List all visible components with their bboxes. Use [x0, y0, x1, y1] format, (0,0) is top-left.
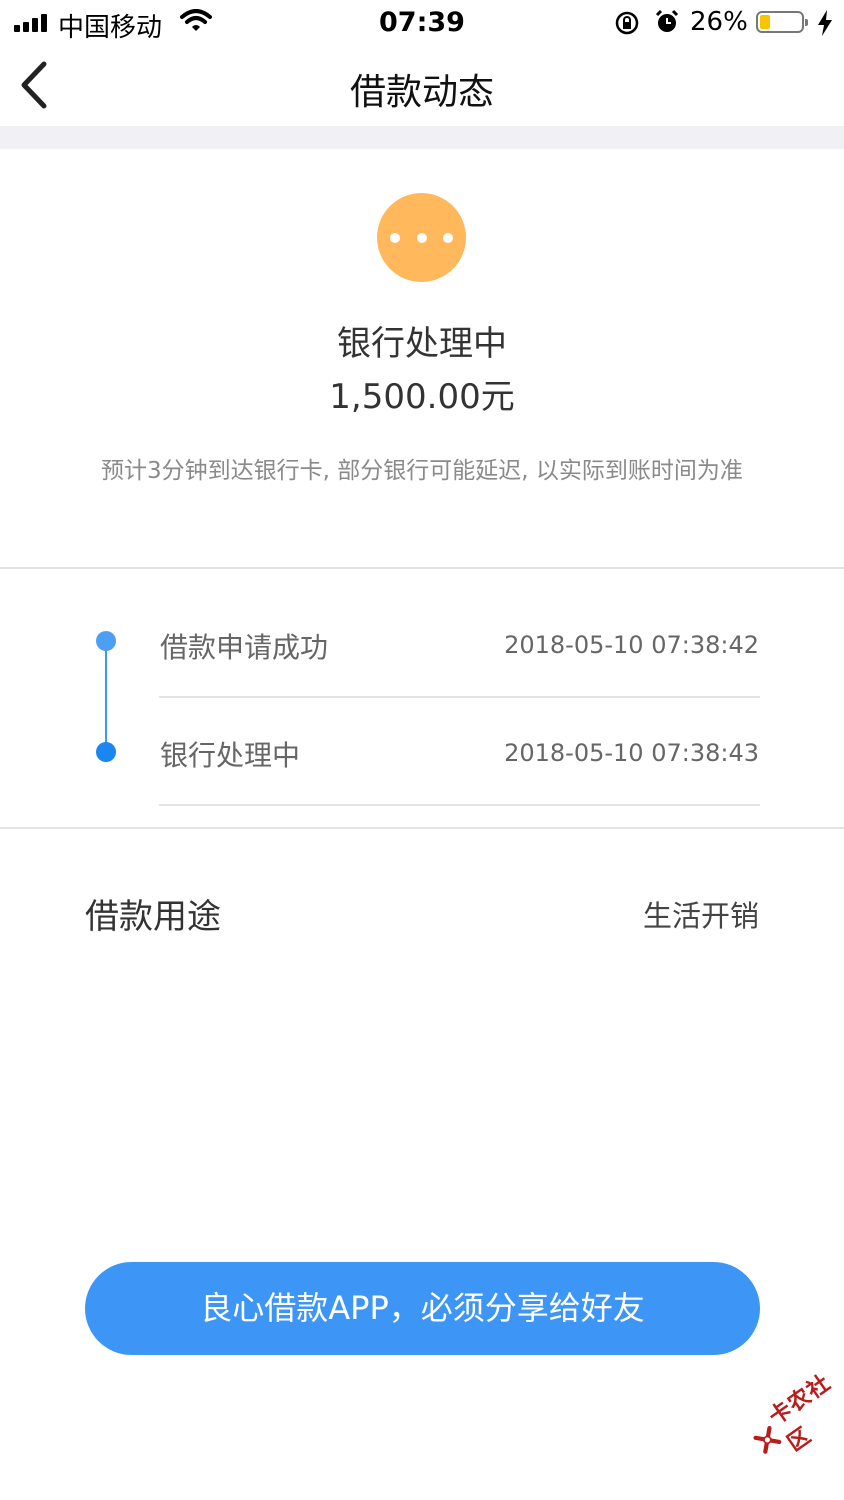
- nav-bar: 借款动态: [0, 48, 844, 126]
- status-bar: 中国移动 07:39 26%: [0, 0, 844, 48]
- timeline-dot: [96, 742, 116, 762]
- more-dots-icon: [377, 193, 466, 282]
- purpose-label: 借款用途: [85, 897, 221, 937]
- status-title: 银行处理中: [337, 324, 507, 364]
- share-button[interactable]: 良心借款APP，必须分享给好友: [85, 1262, 760, 1355]
- watermark: 卡农社区: [740, 1360, 844, 1472]
- divider: [0, 827, 844, 829]
- timeline-item-time: 2018-05-10 07:38:43: [504, 739, 759, 767]
- timeline-dot: [96, 631, 116, 651]
- section-gap: [0, 126, 844, 149]
- timeline-separator: [159, 804, 760, 806]
- purpose-value: 生活开销: [642, 899, 759, 933]
- timeline-item-label: 借款申请成功: [160, 631, 329, 664]
- page-title: 借款动态: [349, 72, 494, 113]
- loan-amount: 1,500.00元: [329, 377, 515, 417]
- battery-icon: [756, 11, 808, 33]
- battery-percent: 26%: [690, 7, 748, 37]
- timeline-item-time: 2018-05-10 07:38:42: [504, 631, 759, 659]
- divider: [0, 567, 844, 569]
- alarm-icon: [655, 9, 679, 32]
- orientation-lock-icon: [615, 11, 639, 35]
- arrival-hint: 预计3分钟到达银行卡, 部分银行可能延迟, 以实际到账时间为准: [101, 458, 743, 484]
- battery-fill: [760, 15, 770, 29]
- timeline-separator: [159, 696, 760, 698]
- timeline-item-label: 银行处理中: [160, 739, 301, 772]
- timeline-line: [105, 641, 107, 751]
- charging-bolt-icon: [818, 10, 832, 36]
